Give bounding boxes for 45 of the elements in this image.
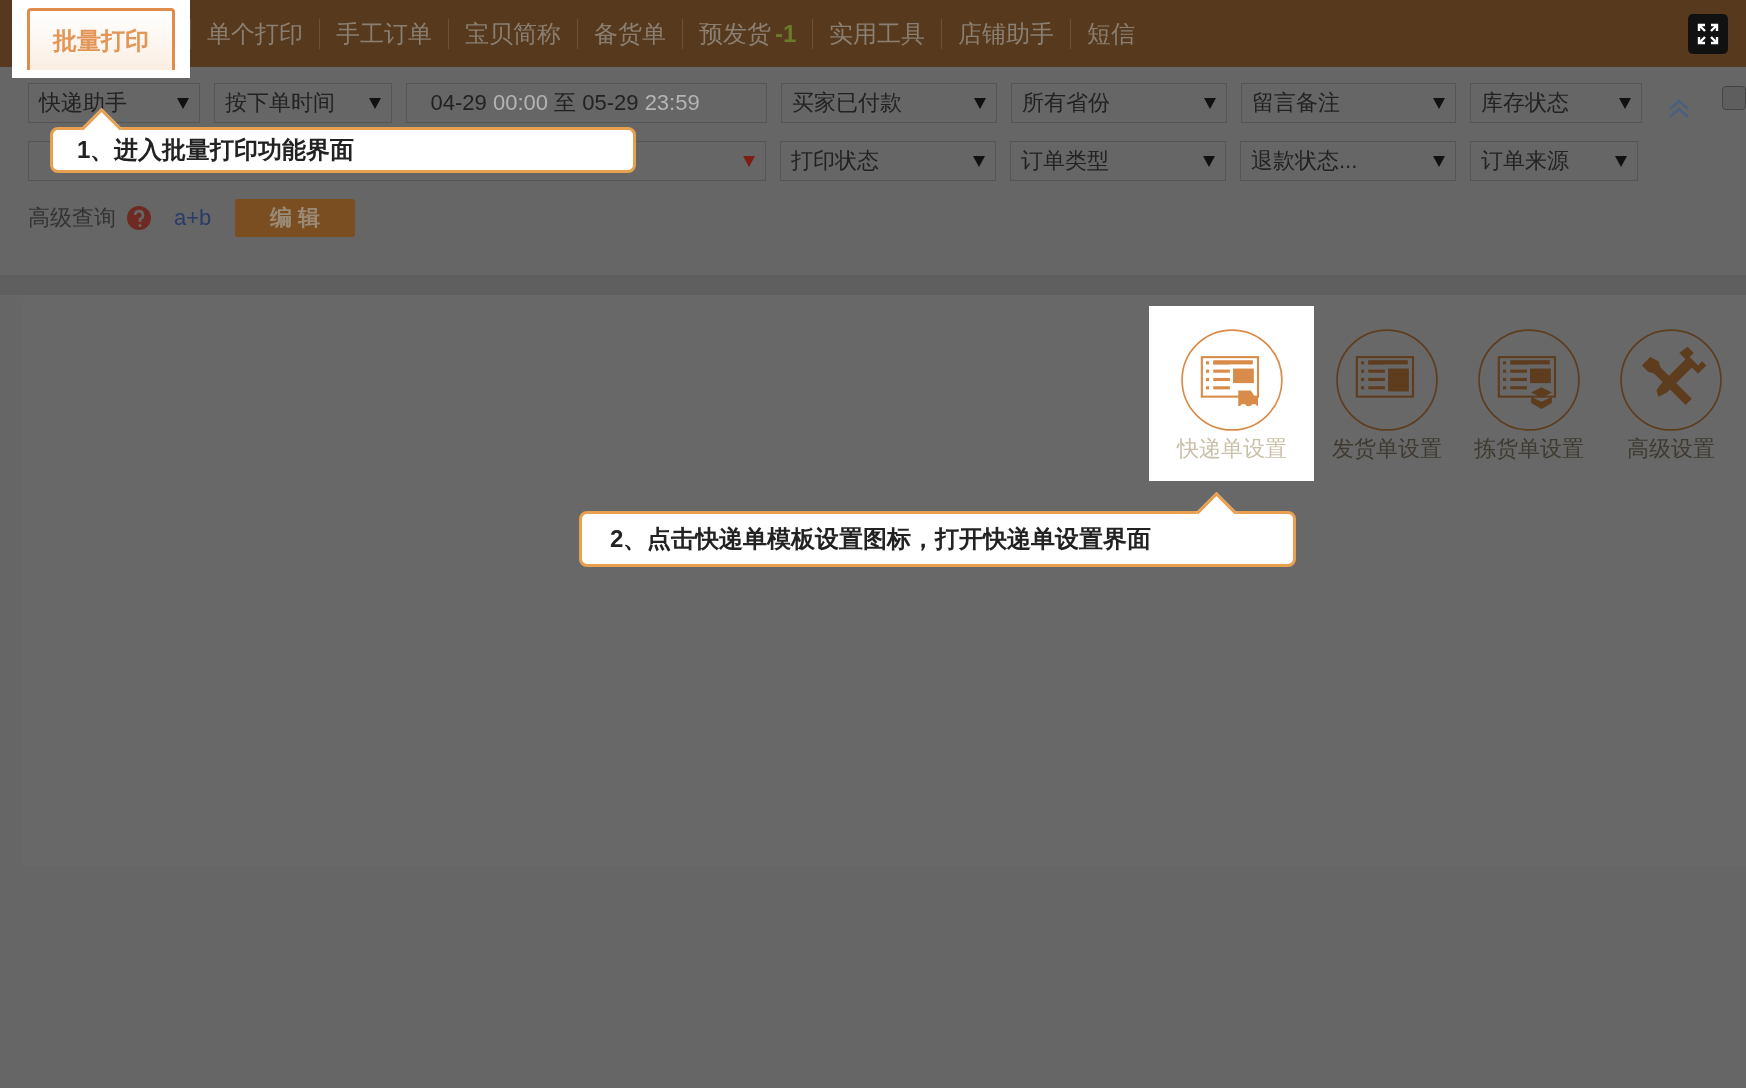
- dropdown[interactable]: 订单来源: [1470, 141, 1638, 181]
- caret-icon: [1203, 155, 1215, 167]
- tab[interactable]: 预发货 -1: [683, 17, 813, 50]
- dropdown[interactable]: 退款状态...: [1240, 141, 1456, 181]
- checkbox[interactable]: [1722, 86, 1746, 110]
- dropdown[interactable]: 库存状态: [1470, 83, 1643, 123]
- document-truck-icon: [1179, 328, 1284, 432]
- caret-icon: [1203, 97, 1216, 109]
- settings-button[interactable]: 发货单设置: [1316, 306, 1458, 481]
- tools-icon: [1619, 328, 1723, 432]
- tab[interactable]: 单个打印: [191, 17, 319, 50]
- caret-icon: [973, 155, 985, 167]
- caret-icon: [1433, 155, 1445, 167]
- count-label: -1: [775, 19, 797, 47]
- fullscreen-button[interactable]: [1688, 13, 1728, 54]
- date-range-field[interactable]: 04-29 00:00 至 05-29 23:59: [405, 83, 768, 123]
- edit-button[interactable]: 编 辑: [235, 199, 356, 237]
- caret-icon: [1615, 155, 1627, 167]
- document-icon: [1335, 328, 1439, 432]
- tab[interactable]: 手工订单: [320, 17, 448, 50]
- caret-icon: [1433, 97, 1446, 109]
- settings-button[interactable]: 高级设置: [1600, 306, 1742, 481]
- help-icon[interactable]: [126, 205, 152, 231]
- caret-icon: [176, 97, 189, 109]
- dropdown[interactable]: 按下单时间: [213, 83, 392, 123]
- query-example: a+b: [174, 205, 212, 231]
- tab[interactable]: 实用工具: [813, 17, 942, 50]
- dropdown[interactable]: 所有省份: [1010, 83, 1227, 123]
- settings-button[interactable]: 拣货单设置: [1458, 306, 1600, 481]
- tab[interactable]: 批量打印: [27, 8, 175, 70]
- tab[interactable]: 短信: [1071, 17, 1152, 50]
- tab[interactable]: 店铺助手: [942, 17, 1071, 50]
- dropdown[interactable]: 打印状态: [780, 141, 996, 181]
- dropdown[interactable]: 买家已付款: [781, 83, 997, 123]
- dropdown[interactable]: 订单类型: [1010, 141, 1226, 181]
- caret-icon: [973, 97, 986, 109]
- tab[interactable]: 备货单: [578, 17, 682, 50]
- settings-button[interactable]: 快递单设置: [1149, 306, 1314, 481]
- document-box-icon: [1477, 328, 1581, 432]
- tab[interactable]: 宝贝简称: [449, 17, 577, 50]
- caret-icon: [743, 155, 755, 167]
- caret-icon: [1619, 97, 1632, 109]
- dropdown[interactable]: 留言备注: [1240, 83, 1457, 123]
- caret-icon: [368, 97, 381, 109]
- fullscreen-icon: [1696, 21, 1720, 46]
